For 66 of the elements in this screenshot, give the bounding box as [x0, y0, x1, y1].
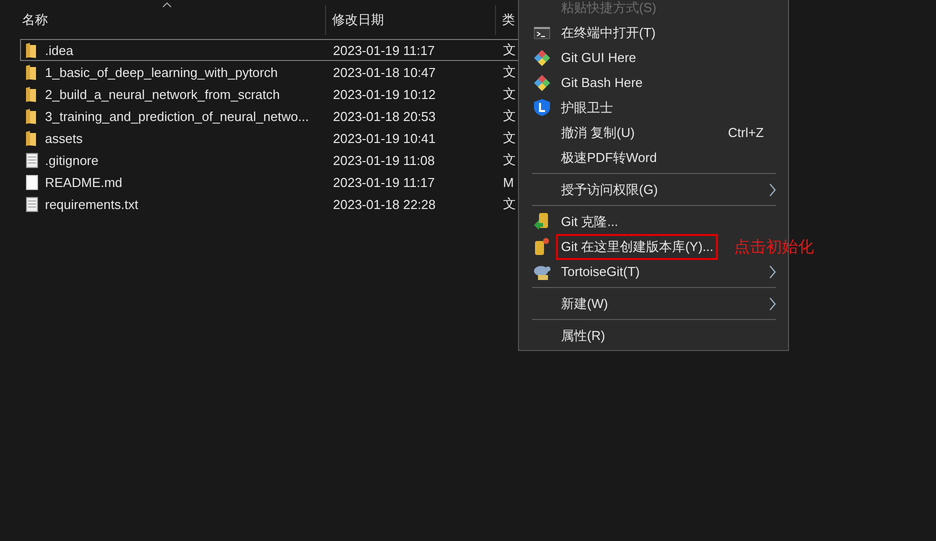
column-header[interactable]: 类 — [502, 11, 515, 29]
annotation-text: 点击初始化 — [734, 238, 814, 258]
file-row[interactable]: README.md 2023-01-19 11:17 M — [20, 171, 540, 193]
chevron-right-icon — [769, 296, 776, 310]
terminal-icon — [534, 26, 550, 38]
file-name: 1_basic_of_deep_learning_with_pytorch — [45, 64, 278, 80]
file-name: README.md — [45, 174, 122, 190]
modified-date: 2023-01-18 20:53 — [333, 108, 436, 124]
file-name: 3_training_and_prediction_of_neural_netwo... — [45, 108, 309, 124]
file-name: assets — [45, 130, 83, 146]
modified-date: 2023-01-18 10:47 — [333, 64, 436, 80]
file-icon — [26, 196, 38, 212]
modified-date: 2023-01-19 11:08 — [333, 152, 435, 168]
file-type: M — [503, 174, 514, 190]
menu-item[interactable]: 在终端中打开(T) — [556, 20, 661, 46]
menu-item[interactable]: 属性(R) — [556, 322, 610, 348]
file-name: 2_build_a_neural_network_from_scratch — [45, 86, 280, 102]
file-name: .gitignore — [45, 152, 98, 168]
repository-icon — [534, 238, 548, 255]
file-type: 文 — [503, 107, 516, 125]
menu-item[interactable]: 授予访问权限(G) — [556, 176, 663, 202]
shortcut-text: Ctrl+Z — [728, 125, 764, 140]
file-row[interactable]: 3_training_and_prediction_of_neural_netwo... 2023-01-18 20:53 文 — [20, 105, 540, 127]
git-diamond-icon — [534, 50, 550, 66]
column-header[interactable]: 名称 — [22, 11, 48, 29]
file-row[interactable]: 1_basic_of_deep_learning_with_pytorch 2023-01-18 10:47 文 — [20, 61, 540, 83]
file-type: 文 — [503, 63, 516, 81]
file-row[interactable]: .gitignore 2023-01-19 11:08 文 — [20, 149, 540, 171]
file-type: 文 — [503, 129, 516, 147]
menu-item[interactable]: TortoiseGit(T) — [556, 260, 645, 283]
file-type: 文 — [503, 151, 516, 169]
modified-date: 2023-01-18 22:28 — [333, 196, 436, 212]
folder-icon — [26, 108, 38, 124]
turtle-icon — [532, 264, 550, 280]
modified-date: 2023-01-19 10:12 — [333, 86, 436, 102]
file-type: 文 — [503, 85, 516, 103]
menu-item[interactable]: Git Bash Here — [556, 71, 648, 94]
menu-item[interactable]: Git 克隆... — [556, 208, 624, 234]
modified-date: 2023-01-19 11:17 — [333, 174, 435, 190]
folder-icon — [26, 86, 38, 102]
file-name: .idea — [45, 42, 74, 58]
menu-item[interactable]: 护眼卫士 — [556, 94, 618, 120]
document-icon — [26, 174, 38, 190]
file-row[interactable]: assets 2023-01-19 10:41 文 — [20, 127, 540, 149]
modified-date: 2023-01-19 11:17 — [333, 42, 435, 58]
clone-icon — [533, 213, 550, 230]
file-type: 文 — [503, 195, 516, 213]
column-header[interactable]: 修改日期 — [332, 11, 384, 29]
chevron-right-icon — [769, 182, 776, 196]
folder-icon — [26, 130, 38, 146]
menu-item[interactable]: 新建(W) — [556, 290, 613, 316]
file-name: requirements.txt — [45, 196, 138, 212]
modified-date: 2023-01-19 10:41 — [333, 130, 436, 146]
chevron-right-icon — [769, 264, 776, 278]
menu-item[interactable]: 极速PDF转Word — [556, 144, 662, 170]
file-type: 文 — [503, 41, 516, 59]
folder-icon — [26, 42, 38, 58]
git-diamond-icon — [534, 74, 550, 90]
file-row[interactable]: 2_build_a_neural_network_from_scratch 2023-01-19 10:12 文 — [20, 83, 540, 105]
file-icon — [26, 152, 38, 168]
file-row[interactable]: requirements.txt 2023-01-18 22:28 文 — [20, 193, 540, 215]
folder-icon — [26, 64, 38, 80]
menu-item[interactable]: Git 在这里创建版本库(Y)... — [556, 234, 718, 260]
menu-item[interactable]: Git GUI Here — [556, 46, 642, 69]
shield-icon — [534, 99, 550, 116]
menu-item[interactable]: 撤消 复制(U) — [556, 120, 640, 146]
